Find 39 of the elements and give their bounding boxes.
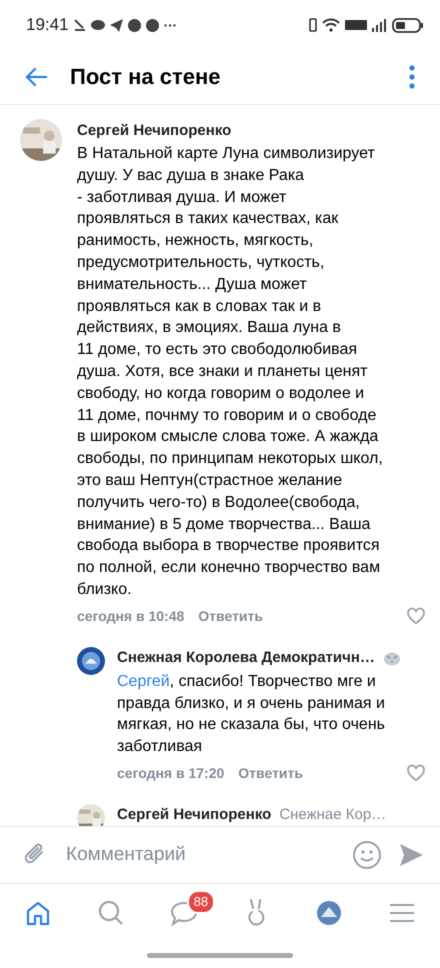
battery-icon	[392, 18, 424, 32]
heart-icon[interactable]	[406, 606, 426, 625]
author-name[interactable]: Сергей Нечипоренко	[117, 806, 272, 824]
unread-badge: 88	[186, 890, 216, 914]
comment-text: В Натальной карте Луна символизирует душу. У вас душа в знаке Рака - заботливая душа. И может проявляться в таких качествах, как ранимость, нежность, мягкость, предусмотрительность, чуткость, внимательность... Душа может проявляться как в словах так и в действиях, в эмоциях. Ваша луна в 11 доме, то есть это свободолюбивая душа. Хотя, все знаки и планеты ценят свободу, но когда говорим о водолее и 11 доме, почнму то говорим и о свободе в широком смысле слова тоже. А жажда свободы, по принципам некоторых школ, это ваш Нептун(страстное желание получить чего-то) в Водолее(свобода, внимание) в 5 доме творчества... Ваша свобода выбора в творчестве проявится по полной, если конечно творчество вам близко.	[77, 144, 384, 600]
tiger-icon	[382, 650, 401, 666]
comment-text: Сергей, спасибо! Творчество мге и правда близко, и я очень ранимая и мягкая, но не сказала бы, что очень заботливая	[117, 672, 386, 758]
paper-plane-icon	[110, 18, 123, 32]
signal-icon	[372, 18, 387, 32]
status-time: 19:41	[26, 15, 69, 35]
chat-bubble-icon	[90, 19, 105, 31]
avatar[interactable]	[20, 119, 62, 161]
reply-to-name[interactable]: Снежнае Кор…	[279, 806, 386, 824]
comment-input[interactable]: Комментарий	[64, 843, 336, 867]
menu-icon[interactable]	[388, 902, 415, 924]
missed-call-icon	[74, 18, 86, 32]
page-title: Пост на стене	[70, 64, 222, 90]
reply-link[interactable]: Ответить	[198, 608, 263, 624]
home-indicator[interactable]	[147, 952, 293, 958]
comment-time: сегодня в 10:48	[77, 608, 184, 624]
vibrate-icon	[309, 18, 317, 32]
avatar[interactable]	[77, 804, 105, 826]
volte-icon	[345, 20, 367, 30]
home-icon[interactable]	[24, 899, 52, 927]
more-notifications-icon	[164, 24, 176, 26]
author-name[interactable]: Снежная Королева Демократичн…	[117, 649, 375, 666]
emoji-icon[interactable]	[352, 840, 382, 870]
reply-link[interactable]: Ответить	[238, 764, 303, 781]
send-icon[interactable]	[398, 842, 424, 868]
avatar[interactable]	[77, 646, 105, 675]
mention-link[interactable]: Сергей	[117, 672, 170, 690]
heart-icon[interactable]	[406, 764, 426, 782]
search-icon[interactable]	[96, 899, 125, 927]
author-name[interactable]: Сергей Нечипоренко	[77, 122, 232, 138]
wifi-icon	[322, 18, 340, 32]
comment-time: сегодня в 17:20	[117, 764, 224, 781]
back-icon[interactable]	[24, 67, 48, 87]
profile-avatar[interactable]	[316, 900, 342, 926]
more-icon[interactable]	[408, 65, 416, 89]
